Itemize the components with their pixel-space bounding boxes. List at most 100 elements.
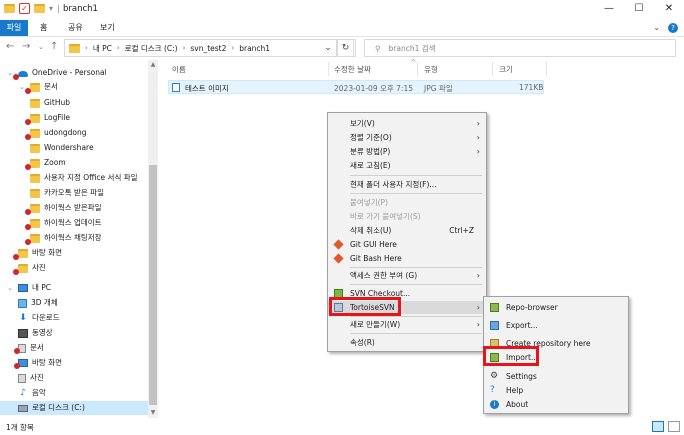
chevron-down-icon[interactable]: ⌄ [6, 281, 14, 295]
sidebar-item-logfile[interactable]: LogFile [24, 111, 70, 125]
column-type[interactable]: 유형 [424, 64, 438, 75]
menu-item-label: 속성(R) [350, 338, 375, 347]
column-divider[interactable] [417, 62, 418, 76]
sidebar-item-local-disk-c[interactable]: 로컬 디스크 (C:) [0, 401, 148, 415]
menu-item-new[interactable]: 새로 만들기(W) › [328, 318, 486, 331]
menu-item-customize-folder[interactable]: 현재 폴더 사용자 지정(F)... [328, 178, 486, 191]
menu-item-repo-browser[interactable]: Repo-browser [484, 301, 628, 314]
customize-toolbar-icon[interactable]: ▾ [49, 4, 53, 13]
sidebar-item-videos[interactable]: 동영상 [18, 326, 53, 340]
column-divider[interactable] [328, 62, 329, 76]
sidebar-item-label: 문서 [44, 82, 58, 91]
maximize-button[interactable]: ☐ [624, 0, 654, 20]
menu-item-view[interactable]: 보기(V) › [328, 117, 486, 130]
close-button[interactable]: ✕ [654, 0, 684, 20]
properties-icon[interactable]: ✓ [19, 3, 30, 14]
scroll-down-icon[interactable]: ▼ [148, 408, 158, 418]
menu-item-grant-access[interactable]: 액세스 권한 부여 (G) › [328, 269, 486, 282]
up-icon[interactable]: ↑ [50, 41, 58, 52]
menu-separator [350, 267, 482, 268]
sidebar-item-hiworks-received[interactable]: 하이웍스 받은파일 [24, 201, 102, 215]
sidebar-item-kakaotalk[interactable]: 카카오톡 받은 파일 [30, 186, 104, 200]
menu-item-settings[interactable]: ⚙ Settings [484, 370, 628, 383]
recent-locations-icon[interactable]: ⌄ [38, 43, 44, 51]
breadcrumb-separator: › [116, 44, 120, 52]
sidebar-item-onedrive-desktop[interactable]: 바탕 화면 [12, 246, 62, 260]
sidebar-item-onedrive-documents[interactable]: ⌄ 문서 [18, 80, 58, 94]
sidebar-item-music[interactable]: ♪ 음악 [18, 386, 46, 400]
column-divider[interactable] [546, 62, 547, 76]
refresh-icon[interactable]: ↻ [337, 39, 354, 57]
address-dropdown-icon[interactable]: ⌄ [320, 39, 337, 57]
sidebar-item-onedrive-pictures[interactable]: 사진 [12, 261, 46, 275]
forward-icon[interactable]: → [22, 41, 30, 52]
sidebar-item-office-templates[interactable]: 사용자 지정 Office 서식 파일 [30, 171, 138, 185]
navigation-pane: ⌄ OneDrive - Personal ⌄ 문서 GitHub LogFil… [0, 60, 160, 418]
breadcrumb-this-pc[interactable]: 내 PC [93, 43, 112, 54]
menu-item-about[interactable]: i About [484, 398, 628, 411]
scroll-thumb[interactable] [149, 165, 157, 405]
column-size[interactable]: 크기 [499, 64, 513, 75]
back-icon[interactable]: ← [6, 41, 14, 52]
sidebar-item-github[interactable]: GitHub [30, 96, 70, 110]
menu-item-sort-by[interactable]: 정렬 기준(O) › [328, 131, 486, 144]
sidebar-item-downloads[interactable]: ⬇ 다운로드 [18, 311, 59, 325]
column-name[interactable]: 이름 [172, 64, 186, 75]
scroll-up-icon[interactable]: ▲ [148, 60, 158, 70]
sidebar-item-3d-objects[interactable]: 3D 개체 [18, 296, 58, 310]
sidebar-item-zoom[interactable]: Zoom [24, 156, 66, 170]
menu-item-undo-delete[interactable]: 삭제 취소(U) Ctrl+Z [328, 224, 486, 237]
breadcrumb-separator: › [85, 44, 88, 52]
menu-item-properties[interactable]: 속성(R) [328, 336, 486, 349]
title-bar: ✓ ▾ | branch1 — ☐ ✕ [0, 0, 684, 20]
search-box[interactable]: ⚲ branch1 검색 [364, 39, 676, 57]
folder-icon [4, 4, 15, 13]
address-bar[interactable]: › 내 PC › 로컬 디스크 (C:) › svn_test2 › branc… [64, 39, 356, 57]
file-modified: 2023-01-09 오후 7:15 [334, 84, 413, 93]
tab-file[interactable]: 파일 [0, 20, 28, 36]
sidebar-item-wondershare[interactable]: Wondershare [30, 141, 94, 155]
new-folder-icon[interactable] [34, 4, 45, 13]
column-modified[interactable]: 수정한 날짜 [334, 64, 371, 75]
menu-item-label: 새로 고침(E) [350, 161, 391, 170]
file-type: JPG 파일 [424, 84, 453, 93]
breadcrumb-svn-test2[interactable]: svn_test2 [190, 44, 226, 53]
menu-separator [350, 193, 482, 194]
tab-home[interactable]: 홈 [34, 20, 53, 36]
sidebar-item-onedrive[interactable]: ⌄ OneDrive - Personal [6, 66, 107, 80]
sidebar-item-hiworks-chat[interactable]: 하이웍스 채팅저장 [24, 231, 102, 245]
help-icon[interactable]: ? [668, 23, 678, 33]
menu-item-git-gui[interactable]: Git GUI Here [328, 238, 486, 251]
expand-ribbon-icon[interactable]: ⌄ [653, 23, 660, 33]
title-separator: | [57, 4, 60, 13]
breadcrumb-branch1[interactable]: branch1 [239, 44, 270, 53]
menu-item-git-bash[interactable]: Git Bash Here [328, 252, 486, 265]
sidebar-item-udongdong[interactable]: udongdong [24, 126, 86, 140]
sidebar-scrollbar[interactable]: ▲ ▼ [148, 60, 158, 418]
tab-share[interactable]: 공유 [62, 20, 89, 36]
menu-separator [350, 175, 482, 176]
help-icon: ? [490, 385, 495, 395]
file-row[interactable]: 테스트 이미지 2023-01-09 오후 7:15 JPG 파일 171KB [168, 80, 544, 94]
breadcrumb-local-disk[interactable]: 로컬 디스크 (C:) [125, 43, 178, 54]
menu-item-refresh[interactable]: 새로 고침(E) [328, 159, 486, 172]
menu-item-export[interactable]: Export... [484, 319, 628, 332]
tab-view[interactable]: 보기 [94, 20, 121, 36]
sidebar-item-hiworks-update[interactable]: 하이웍스 업데이트 [24, 216, 102, 230]
sidebar-item-label: 바탕 화면 [32, 358, 62, 367]
quick-access-toolbar: ✓ ▾ | [4, 3, 60, 14]
menu-item-help[interactable]: ? Help [484, 384, 628, 397]
menu-item-group-by[interactable]: 분류 방법(P) › [328, 145, 486, 158]
sidebar-item-this-pc[interactable]: ⌄ 내 PC [6, 281, 51, 295]
column-divider[interactable] [492, 62, 493, 76]
sidebar-item-label: GitHub [44, 98, 70, 107]
sidebar-item-desktop[interactable]: 바탕 화면 [12, 356, 62, 370]
submenu-arrow-icon: › [476, 271, 480, 280]
sidebar-item-pictures[interactable]: 사진 [18, 371, 44, 385]
minimize-button[interactable]: — [594, 0, 624, 20]
sidebar-item-documents[interactable]: 문서 [12, 341, 44, 355]
pictures-icon [18, 373, 26, 383]
large-icons-view-icon[interactable] [668, 421, 680, 432]
folder-icon [25, 128, 40, 140]
details-view-icon[interactable] [652, 421, 664, 432]
